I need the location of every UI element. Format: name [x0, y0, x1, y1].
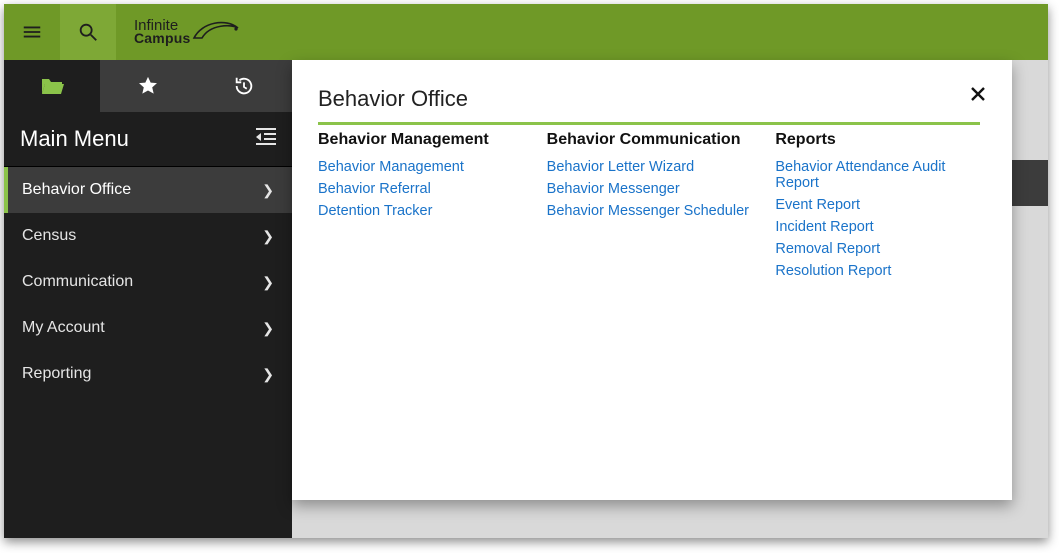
link-event-report[interactable]: Event Report: [775, 197, 980, 213]
sidebar-title: Main Menu: [20, 126, 129, 152]
content-area: Behavior Office Behavior Management Beha…: [292, 60, 1048, 538]
nav-item-label: My Account: [22, 319, 105, 337]
nav-item-my-account[interactable]: My Account ❯: [4, 305, 292, 351]
link-behavior-management[interactable]: Behavior Management: [318, 159, 523, 175]
chevron-right-icon: ❯: [262, 228, 274, 245]
sidebar-tab-favorites[interactable]: [100, 60, 196, 112]
star-icon: [137, 75, 159, 97]
column-heading: Reports: [775, 131, 980, 149]
hamburger-icon: [21, 21, 43, 43]
nav-list: Behavior Office ❯ Census ❯ Communication…: [4, 167, 292, 397]
app-body: Main Menu Behavior Office ❯ Census ❯: [4, 60, 1048, 538]
folder-open-icon: [40, 76, 64, 96]
link-incident-report[interactable]: Incident Report: [775, 219, 980, 235]
nav-item-reporting[interactable]: Reporting ❯: [4, 351, 292, 397]
nav-item-label: Behavior Office: [22, 181, 131, 199]
search-button[interactable]: [60, 4, 116, 60]
menu-toggle-button[interactable]: [4, 4, 60, 60]
column-heading: Behavior Communication: [547, 131, 752, 149]
chevron-right-icon: ❯: [262, 274, 274, 291]
app-header: Infinite Campus: [4, 4, 1048, 60]
sidebar: Main Menu Behavior Office ❯ Census ❯: [4, 60, 292, 538]
outdent-icon: [256, 128, 276, 146]
panel-column-behavior-management: Behavior Management Behavior Management …: [318, 131, 523, 285]
panel-column-reports: Reports Behavior Attendance Audit Report…: [775, 131, 980, 285]
close-icon: [970, 86, 986, 102]
link-behavior-letter-wizard[interactable]: Behavior Letter Wizard: [547, 159, 752, 175]
sidebar-tab-history[interactable]: [196, 60, 292, 112]
link-resolution-report[interactable]: Resolution Report: [775, 263, 980, 279]
chevron-right-icon: ❯: [262, 320, 274, 337]
panel-columns: Behavior Management Behavior Management …: [318, 131, 980, 285]
chevron-right-icon: ❯: [262, 182, 274, 199]
search-icon: [77, 21, 99, 43]
link-behavior-referral[interactable]: Behavior Referral: [318, 181, 523, 197]
nav-item-census[interactable]: Census ❯: [4, 213, 292, 259]
brand-line2: Campus: [134, 32, 190, 45]
chevron-right-icon: ❯: [262, 366, 274, 383]
nav-item-label: Census: [22, 227, 76, 245]
history-icon: [233, 75, 255, 97]
sidebar-header: Main Menu: [4, 112, 292, 167]
nav-item-behavior-office[interactable]: Behavior Office ❯: [4, 167, 292, 213]
link-removal-report[interactable]: Removal Report: [775, 241, 980, 257]
link-behavior-attendance-audit-report[interactable]: Behavior Attendance Audit Report: [775, 159, 980, 191]
panel-close-button[interactable]: [966, 82, 990, 106]
collapse-menu-button[interactable]: [256, 126, 276, 152]
cloud-swoosh-icon: [192, 18, 242, 46]
panel-title: Behavior Office: [318, 86, 980, 125]
brand-logo: Infinite Campus: [134, 18, 242, 46]
nav-item-label: Reporting: [22, 365, 91, 383]
sidebar-tabs: [4, 60, 292, 112]
flyout-panel: Behavior Office Behavior Management Beha…: [292, 60, 1012, 500]
sidebar-tab-browse[interactable]: [4, 60, 100, 112]
nav-item-label: Communication: [22, 273, 133, 291]
app-frame: Infinite Campus: [4, 4, 1048, 538]
nav-item-communication[interactable]: Communication ❯: [4, 259, 292, 305]
link-behavior-messenger[interactable]: Behavior Messenger: [547, 181, 752, 197]
link-behavior-messenger-scheduler[interactable]: Behavior Messenger Scheduler: [547, 203, 752, 219]
panel-column-behavior-communication: Behavior Communication Behavior Letter W…: [547, 131, 752, 285]
column-heading: Behavior Management: [318, 131, 523, 149]
link-detention-tracker[interactable]: Detention Tracker: [318, 203, 523, 219]
